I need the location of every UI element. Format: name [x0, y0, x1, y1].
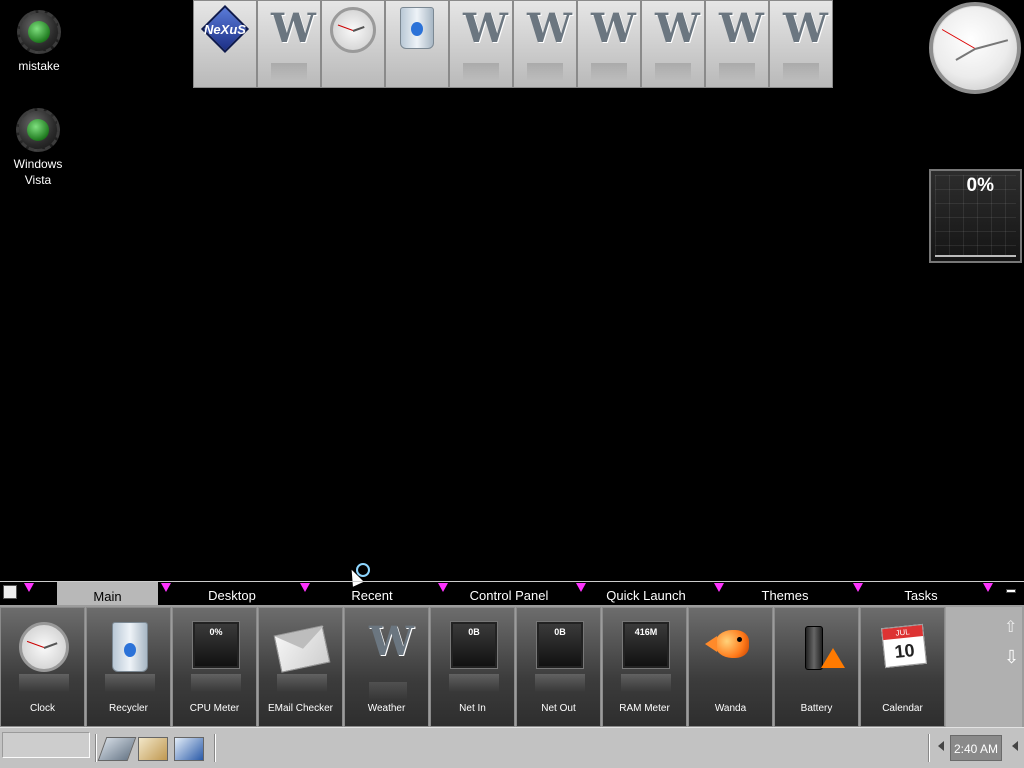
meter-icon: 0%: [193, 622, 239, 668]
clock-icon: [19, 622, 69, 672]
meter-icon: 0B: [451, 622, 497, 668]
recycle-bin-icon: [112, 622, 148, 672]
tile-calendar[interactable]: JUL 10 Calendar: [860, 607, 945, 727]
desktop-icon-label: Windows Vista: [13, 157, 63, 187]
tile-label: Weather: [367, 703, 406, 714]
winstep-icon: W: [521, 5, 572, 81]
cpu-meter-gadget[interactable]: 0%: [929, 169, 1022, 263]
quick-launch-browser-icon[interactable]: [138, 737, 168, 761]
tile-label: Net In: [459, 703, 486, 714]
desktop-icon-windows-vista[interactable]: Windows Vista: [0, 108, 76, 188]
dock-item-winstep[interactable]: W: [513, 0, 577, 88]
dock-item-winstep[interactable]: W: [257, 0, 321, 88]
tile-email-checker[interactable]: EMail Checker: [258, 607, 343, 727]
winstep-icon: W: [713, 5, 764, 81]
clock-gadget[interactable]: [929, 2, 1021, 94]
winstep-icon: W: [777, 5, 828, 81]
tab-control-panel[interactable]: Control Panel: [450, 582, 568, 607]
quick-launch-desktop-icon[interactable]: [97, 737, 137, 761]
tile-clock[interactable]: Clock: [0, 607, 85, 727]
tile-label: Calendar: [882, 703, 923, 714]
tab-marker-icon: [853, 583, 863, 592]
clock-second-hand: [941, 29, 976, 49]
drawer-tab-bar: Main Desktop Recent Control Panel Quick …: [0, 581, 1024, 607]
recycle-bin-icon: [400, 7, 434, 49]
dock-item-winstep[interactable]: W: [641, 0, 705, 88]
top-dock: NeXuS W W W W W W W: [193, 0, 833, 88]
meter-icon: 0B: [537, 622, 583, 668]
recycle-bin-green-icon: [17, 10, 61, 54]
taskbar-clock[interactable]: 2:40 AM: [950, 735, 1002, 761]
tab-marker-icon: [714, 583, 724, 592]
tile-label: CPU Meter: [189, 703, 240, 714]
winstep-icon: W: [265, 5, 316, 81]
scroll-down-icon[interactable]: ⇩: [1004, 647, 1019, 668]
drawer-panel: Clock Recycler 0% CPU Meter EMail Checke…: [0, 605, 1024, 727]
tile-cpu-meter[interactable]: 0% CPU Meter: [172, 607, 257, 727]
calendar-icon: JUL 10: [881, 623, 927, 669]
tile-ram-meter[interactable]: 416M RAM Meter: [602, 607, 687, 727]
clock-hour-hand: [955, 48, 976, 61]
tile-battery[interactable]: Battery: [774, 607, 859, 727]
tile-label: Net Out: [541, 703, 576, 714]
tab-marker-icon: [983, 583, 993, 592]
tile-net-in[interactable]: 0B Net In: [430, 607, 515, 727]
clock-minute-hand: [974, 39, 1009, 50]
tile-label: RAM Meter: [619, 703, 670, 714]
tile-label: EMail Checker: [267, 703, 334, 714]
winstep-icon: W: [457, 5, 508, 81]
fish-icon: [705, 630, 749, 658]
tab-quick-launch[interactable]: Quick Launch: [588, 582, 704, 607]
dock-item-recycler[interactable]: [385, 0, 449, 88]
busy-indicator-icon: [356, 563, 370, 577]
recycle-bin-green-icon: [16, 108, 60, 152]
quick-launch-windows-icon[interactable]: [174, 737, 204, 761]
dock-item-nexus[interactable]: NeXuS: [193, 0, 257, 88]
tile-wanda[interactable]: Wanda: [688, 607, 773, 727]
tile-label: Clock: [29, 703, 55, 714]
meter-icon: 416M: [623, 622, 669, 668]
dock-item-clock[interactable]: [321, 0, 385, 88]
minimize-icon[interactable]: [1006, 589, 1016, 593]
tile-label: Battery: [800, 703, 833, 714]
scroll-up-icon[interactable]: ⇧: [1004, 617, 1017, 637]
tray-arrow-icon[interactable]: [1012, 741, 1018, 751]
tab-marker-icon: [576, 583, 586, 592]
tile-label: Wanda: [714, 703, 747, 714]
winstep-icon: W: [585, 5, 636, 81]
tile-net-out[interactable]: 0B Net Out: [516, 607, 601, 727]
dock-item-winstep[interactable]: W: [769, 0, 833, 88]
grid-menu-icon[interactable]: [3, 585, 17, 599]
dock-item-winstep[interactable]: W: [577, 0, 641, 88]
tab-marker-icon: [24, 583, 34, 592]
nexus-logo-icon: NeXuS: [199, 4, 251, 54]
tab-marker-icon: [300, 583, 310, 592]
desktop-icon-label: mistake: [18, 59, 60, 73]
cpu-percent: 0%: [966, 175, 994, 196]
tab-themes[interactable]: Themes: [726, 582, 844, 607]
warning-icon: [821, 648, 845, 668]
tab-desktop[interactable]: Desktop: [172, 582, 292, 607]
tab-tasks[interactable]: Tasks: [865, 582, 977, 607]
tile-weather[interactable]: W Weather: [344, 607, 429, 727]
tab-main[interactable]: Main: [57, 582, 158, 607]
winstep-icon: W: [649, 5, 700, 81]
envelope-icon: [273, 625, 331, 673]
dock-item-winstep[interactable]: W: [449, 0, 513, 88]
winstep-icon: W: [363, 618, 414, 700]
scroll-controls: ⇧ ⇩: [946, 607, 1022, 727]
tab-marker-icon: [161, 583, 171, 592]
tile-recycler[interactable]: Recycler: [86, 607, 171, 727]
tab-recent[interactable]: Recent: [312, 582, 432, 607]
clock-icon: [330, 7, 376, 53]
taskbar: 2:40 AM: [0, 727, 1024, 768]
tile-label: Recycler: [109, 703, 148, 714]
desktop-icon-mistake[interactable]: mistake: [1, 10, 77, 74]
tab-marker-icon: [438, 583, 448, 592]
start-button[interactable]: [2, 732, 90, 758]
dock-item-winstep[interactable]: W: [705, 0, 769, 88]
tray-expand-icon[interactable]: [938, 741, 944, 751]
